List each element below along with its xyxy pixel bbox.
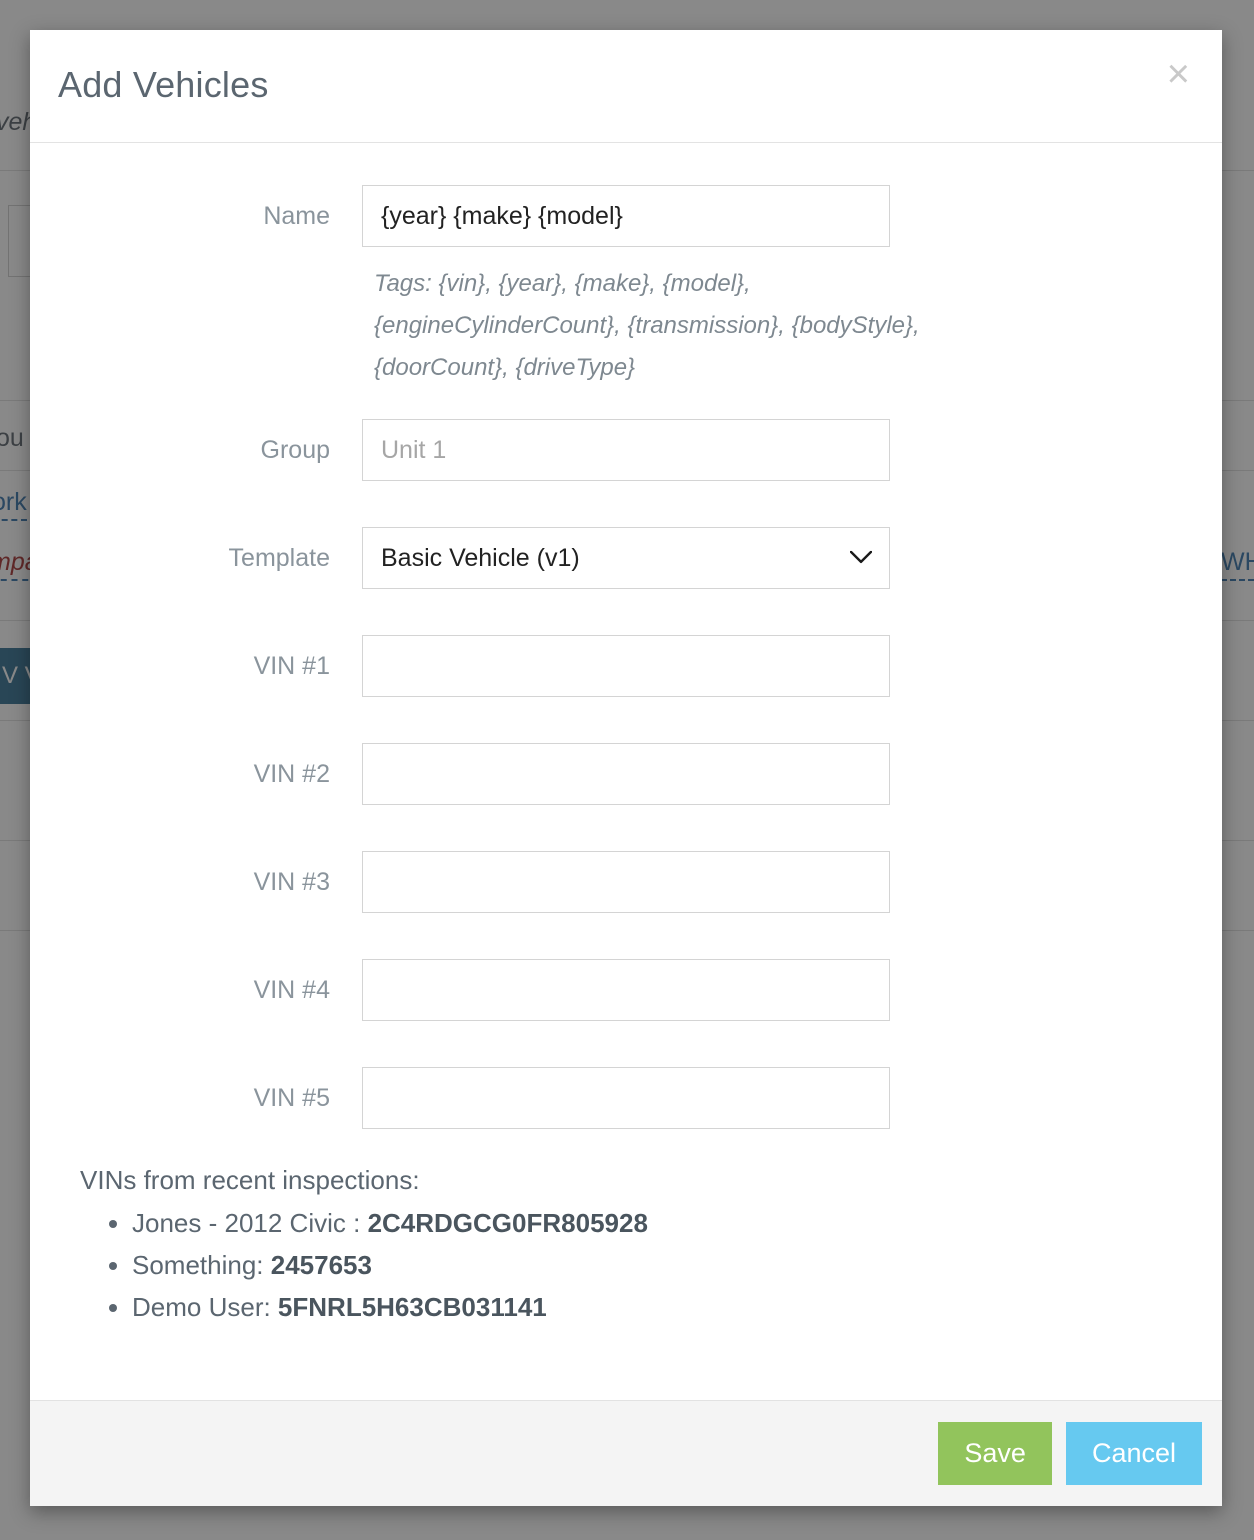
vin-5-input[interactable] xyxy=(362,1067,890,1129)
vin-5-label: VIN #5 xyxy=(253,1084,330,1112)
field-row-vin-5: VIN #5 xyxy=(30,1067,1222,1129)
vin-1-label: VIN #1 xyxy=(253,652,330,680)
recent-vins-title: VINs from recent inspections: xyxy=(80,1165,420,1195)
field-row-name: Name xyxy=(30,185,1222,247)
vin-1-input[interactable] xyxy=(362,635,890,697)
vin-4-label: VIN #4 xyxy=(253,976,330,1004)
field-row-vin-1: VIN #1 xyxy=(30,635,1222,697)
field-row-vin-3: VIN #3 xyxy=(30,851,1222,913)
list-item: Jones - 2012 Civic : 2C4RDGCG0FR805928 xyxy=(132,1202,1192,1244)
vin-2-input[interactable] xyxy=(362,743,890,805)
vin-4-input[interactable] xyxy=(362,959,890,1021)
template-select-wrapper: Basic Vehicle (v1) xyxy=(362,527,890,589)
recent-vins-section: VINs from recent inspections: Jones - 20… xyxy=(80,1165,1192,1328)
field-row-group: Group xyxy=(30,419,1222,481)
name-input[interactable] xyxy=(362,185,890,247)
cancel-button[interactable]: Cancel xyxy=(1065,1422,1202,1485)
vin-2-label: VIN #2 xyxy=(253,760,330,788)
recent-vin-code: 2457653 xyxy=(270,1250,372,1280)
add-vehicles-modal: Add Vehicles × Name Tags: {vin}, {year},… xyxy=(30,30,1222,1506)
list-item: Demo User: 5FNRL5H63CB031141 xyxy=(132,1286,1192,1328)
page-title: Add Vehicles xyxy=(58,64,269,105)
recent-vin-owner: Demo User: xyxy=(132,1292,278,1322)
save-button[interactable]: Save xyxy=(938,1422,1052,1485)
tags-help-text: Tags: {vin}, {year}, {make}, {model}, {e… xyxy=(374,270,920,381)
template-select[interactable]: Basic Vehicle (v1) xyxy=(362,527,890,589)
vin-3-input[interactable] xyxy=(362,851,890,913)
vin-3-label: VIN #3 xyxy=(253,868,330,896)
modal-body: Name Tags: {vin}, {year}, {make}, {model… xyxy=(30,143,1222,1400)
name-label: Name xyxy=(263,202,330,230)
recent-vin-code: 5FNRL5H63CB031141 xyxy=(277,1292,547,1322)
modal-footer: Save Cancel xyxy=(30,1400,1222,1506)
recent-vin-owner: Jones - 2012 Civic : xyxy=(132,1208,368,1238)
field-row-vin-2: VIN #2 xyxy=(30,743,1222,805)
template-label: Template xyxy=(228,544,330,572)
group-input[interactable] xyxy=(362,419,890,481)
recent-vin-code: 2C4RDGCG0FR805928 xyxy=(367,1208,648,1238)
field-row-template: Template Basic Vehicle (v1) xyxy=(30,527,1222,589)
modal-header: Add Vehicles × xyxy=(30,30,1222,143)
list-item: Something: 2457653 xyxy=(132,1244,1192,1286)
recent-vins-list: Jones - 2012 Civic : 2C4RDGCG0FR805928 S… xyxy=(80,1202,1192,1328)
group-label: Group xyxy=(260,436,330,464)
field-row-vin-4: VIN #4 xyxy=(30,959,1222,1021)
close-icon[interactable]: × xyxy=(1157,48,1200,100)
recent-vin-owner: Something: xyxy=(132,1250,271,1280)
